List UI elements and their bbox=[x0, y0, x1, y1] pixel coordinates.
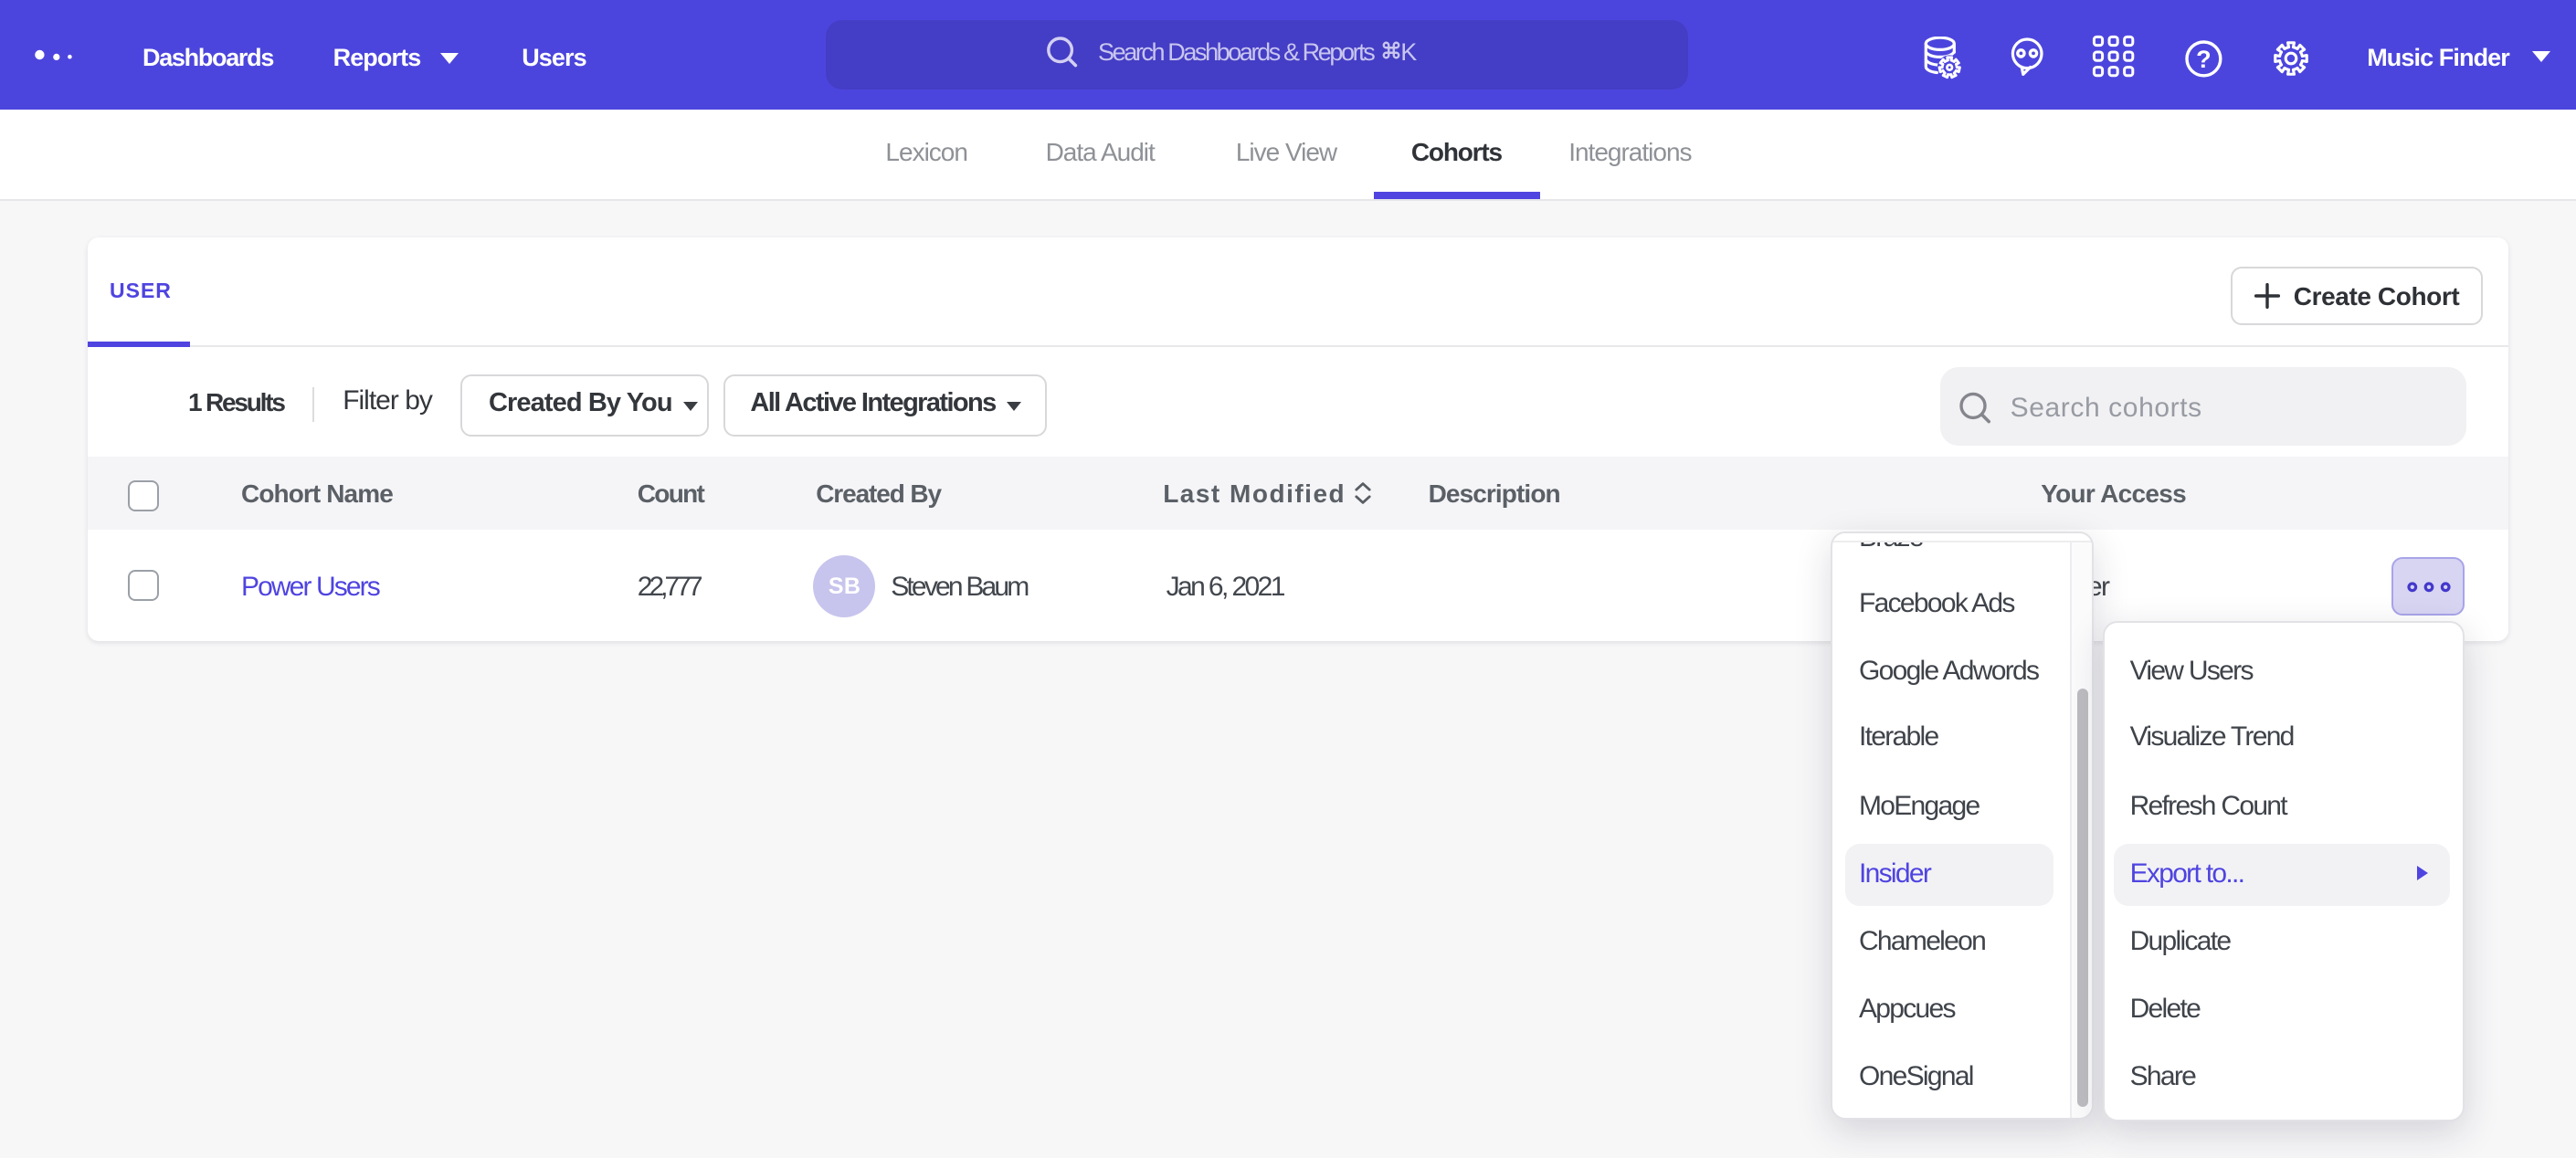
svg-text:?: ? bbox=[2196, 46, 2212, 73]
